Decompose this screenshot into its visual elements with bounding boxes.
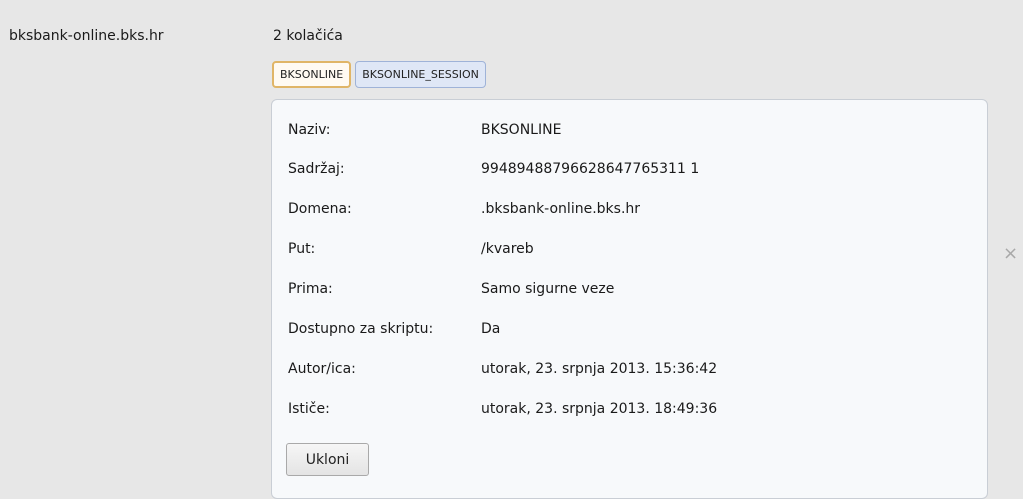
cookie-tab-bksonline-session[interactable]: BKSONLINE_SESSION	[355, 61, 486, 88]
site-domain: bksbank-online.bks.hr	[9, 28, 164, 44]
detail-value: Da	[481, 321, 501, 337]
cookie-count: 2 kolačića	[273, 28, 343, 44]
detail-label: Put:	[288, 241, 316, 257]
detail-value: /kvareb	[481, 241, 534, 257]
close-icon[interactable]: ×	[1003, 245, 1018, 263]
detail-label: Domena:	[288, 201, 352, 217]
detail-value: .bksbank-online.bks.hr	[481, 201, 641, 217]
remove-cookie-button[interactable]: Ukloni	[286, 443, 369, 476]
detail-label: Naziv:	[288, 122, 331, 138]
detail-value: BKSONLINE	[481, 122, 562, 138]
detail-label: Prima:	[288, 281, 333, 297]
detail-value: Samo sigurne veze	[481, 281, 615, 297]
cookie-tab-bksonline[interactable]: BKSONLINE	[272, 61, 352, 88]
detail-value: utorak, 23. srpnja 2013. 15:36:42	[481, 361, 718, 377]
detail-label: Sadržaj:	[288, 161, 345, 177]
detail-value: utorak, 23. srpnja 2013. 18:49:36	[481, 401, 718, 417]
detail-label: Dostupno za skriptu:	[288, 321, 434, 337]
detail-label: Ističe:	[288, 401, 330, 417]
detail-label: Autor/ica:	[288, 361, 356, 377]
cookie-tabs: BKSONLINE BKSONLINE_SESSION	[272, 61, 486, 88]
detail-value: 99489488796628647765311 1	[481, 161, 700, 177]
cookie-details-panel: Naziv: BKSONLINE Sadržaj: 99489488796628…	[271, 99, 988, 499]
